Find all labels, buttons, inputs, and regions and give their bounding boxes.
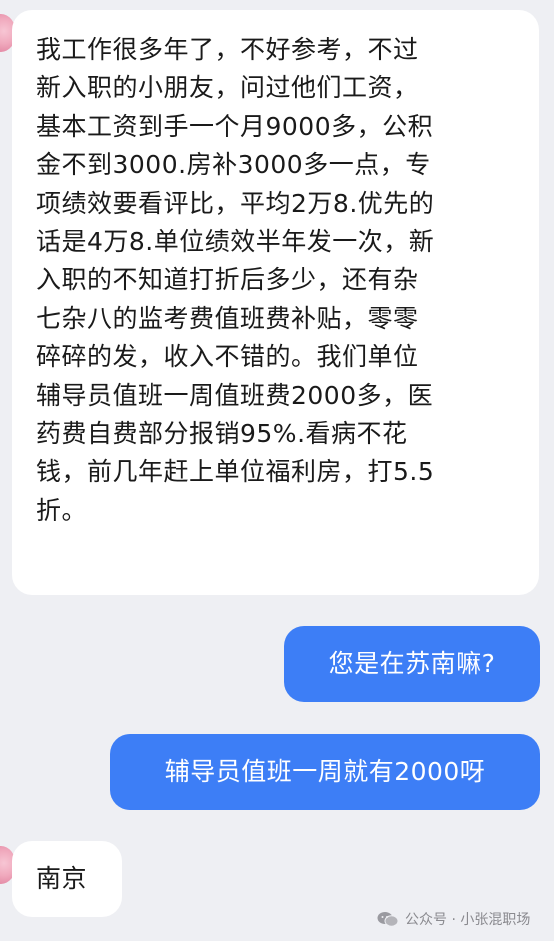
message-bubble-incoming[interactable]: 我工作很多年了，不好参考，不过 新入职的小朋友，问过他们工资， 基本工资到手一个… xyxy=(12,10,539,595)
watermark-text: 公众号 · 小张混职场 xyxy=(405,912,531,928)
message-text-line: 折。 xyxy=(36,495,88,525)
message-bubble-outgoing[interactable]: 您是在苏南嘛? xyxy=(284,626,540,702)
message-text-line: 七杂八的监考费值班费补贴，零零 xyxy=(36,303,419,333)
message-text-line: 药费自费部分报销95%.看病不花 xyxy=(36,419,408,449)
message-text: 南京 xyxy=(36,864,88,893)
message-bubble-outgoing[interactable]: 辅导员值班一周就有2000呀 xyxy=(110,734,540,810)
message-text: 您是在苏南嘛? xyxy=(328,649,496,678)
message-text-line: 钱，前几年赶上单位福利房，打5.5 xyxy=(36,457,435,487)
watermark: 公众号 · 小张混职场 xyxy=(377,905,530,933)
message-text-line: 项绩效要看评比，平均2万8.优先的 xyxy=(36,188,435,218)
wechat-icon xyxy=(377,912,399,927)
message-text-line: 新入职的小朋友，问过他们工资， xyxy=(36,73,419,103)
message-text-line: 碎碎的发，收入不错的。我们单位 xyxy=(36,342,419,372)
message-text-line: 我工作很多年了，不好参考，不过 xyxy=(36,35,419,64)
message-bubble-incoming[interactable]: 南京 xyxy=(12,841,122,917)
message-text-line: 入职的不知道打折后多少，还有杂 xyxy=(36,265,419,295)
message-text: 辅导员值班一周就有2000呀 xyxy=(164,757,486,786)
message-text-line: 金不到3000.房补3000多一点，专 xyxy=(36,150,431,180)
message-text-line: 辅导员值班一周值班费2000多，医 xyxy=(36,380,434,410)
message-text-line: 基本工资到手一个月9000多，公积 xyxy=(36,111,434,141)
message-text-line: 话是4万8.单位绩效半年发一次，新 xyxy=(36,227,435,257)
